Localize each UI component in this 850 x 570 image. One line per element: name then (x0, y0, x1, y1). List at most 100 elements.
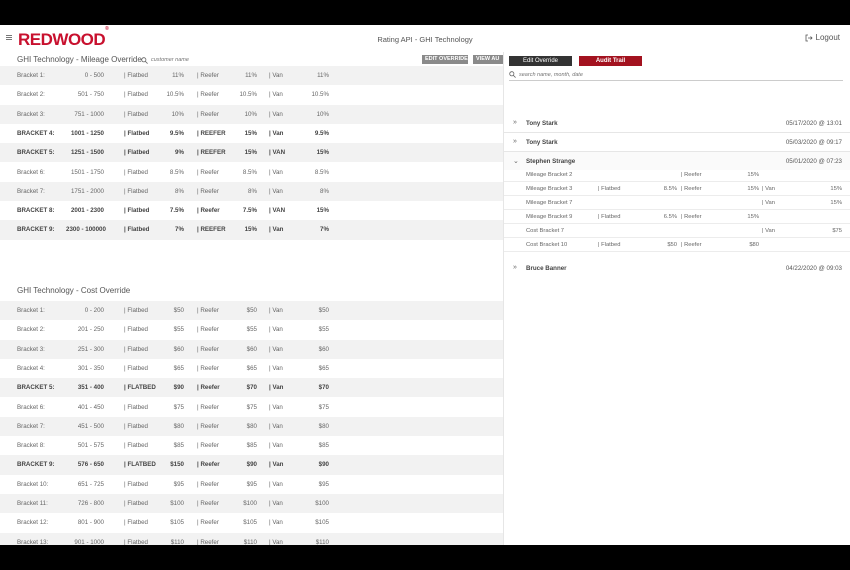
cost-row[interactable]: Bracket 2: 201 - 250 | Flatbed $55 | Reefer $… (0, 320, 503, 339)
van-label: | Van (762, 186, 776, 192)
flatbed-label: | Flatbed (124, 307, 148, 314)
van-value: $90 (318, 461, 329, 469)
audit-user: Stephen Strange (526, 158, 576, 165)
flatbed-label: | Flatbed (124, 345, 148, 353)
flatbed-label: | Flatbed (598, 186, 621, 192)
override-panel: GHI Technology - Mileage Override EDIT O… (0, 52, 503, 545)
bracket-range: 1001 - 1250 (70, 129, 104, 137)
bracket-name: BRACKET 4: (17, 129, 55, 137)
bracket-name: Bracket 7: (17, 422, 45, 430)
reefer-label: | Reefer (681, 186, 702, 192)
audit-search[interactable] (509, 69, 843, 81)
bracket-range: 501 - 750 (77, 91, 104, 99)
audit-timestamp: 04/22/2020 @ 09:03 (785, 265, 842, 272)
flatbed-value: 9.5% (169, 129, 184, 137)
flatbed-value: $90 (173, 384, 184, 392)
logout-button[interactable]: Logout (805, 33, 840, 42)
mileage-row[interactable]: BRACKET 4: 1001 - 1250 | Flatbed 9.5% | REEF… (0, 124, 503, 143)
audit-trail-tab[interactable]: Audit Trail (579, 56, 642, 66)
van-value: 7% (320, 226, 329, 234)
van-label: | Van (269, 129, 284, 137)
reefer-label: | REEFER (197, 129, 226, 137)
van-value: $95 (318, 480, 329, 488)
van-label: | Van (269, 72, 283, 79)
audit-entry[interactable]: » Bruce Banner 04/22/2020 @ 09:03 (504, 259, 850, 277)
van-value: 15% (830, 186, 842, 192)
view-audit-button[interactable]: VIEW AU (473, 55, 503, 64)
cost-row[interactable]: Bracket 10: 651 - 725 | Flatbed $95 | Reefer… (0, 475, 503, 494)
reefer-value: 15% (747, 186, 759, 192)
chevron-right-icon[interactable]: » (513, 264, 517, 271)
flatbed-value: $80 (173, 422, 184, 430)
reefer-value: 15% (244, 149, 257, 157)
cost-row[interactable]: BRACKET 5: 351 - 400 | FLATBED $90 | Reefer $… (0, 378, 503, 398)
mileage-row[interactable]: Bracket 2: 501 - 750 | Flatbed 10.5% | Reefe… (0, 85, 503, 104)
reefer-label: | Reefer (681, 172, 702, 178)
audit-user: Bruce Banner (526, 265, 567, 272)
flatbed-value: 8.5% (169, 168, 184, 176)
audit-search-input[interactable] (519, 71, 689, 78)
edit-override-button[interactable]: EDIT OVERRIDE (422, 55, 468, 64)
van-value: 10% (316, 110, 329, 118)
flatbed-value: 8% (175, 187, 184, 195)
flatbed-label: | Flatbed (124, 422, 148, 430)
cost-row[interactable]: Bracket 11: 726 - 800 | Flatbed $100 | Reefe… (0, 494, 503, 514)
audit-entry[interactable]: » Tony Stark 05/17/2020 @ 13:01 (504, 114, 850, 132)
reefer-label: | Reefer (197, 422, 219, 430)
edit-override-tab[interactable]: Edit Override (509, 56, 572, 66)
bracket-name: Bracket 10: (17, 480, 49, 488)
reefer-label: | REEFER (197, 226, 226, 234)
flatbed-value: $85 (173, 442, 184, 450)
cost-row[interactable]: Bracket 13: 901 - 1000 | Flatbed $110 | Reef… (0, 532, 503, 545)
audit-panel: Edit Override Audit Trail » Tony Stark 05/… (503, 52, 850, 545)
flatbed-label: | Flatbed (124, 442, 148, 450)
app-window: REDWOOD® Rating API - GHI Technology Log… (0, 25, 850, 545)
bracket-range: 0 - 500 (84, 72, 104, 79)
cost-row[interactable]: BRACKET 9: 576 - 650 | FLATBED $150 | Reefer… (0, 455, 503, 475)
mileage-row[interactable]: BRACKET 5: 1251 - 1500 | Flatbed 9% | REEFER… (0, 143, 503, 163)
flatbed-value: 8.5% (663, 186, 677, 192)
cost-row[interactable]: Bracket 12: 801 - 900 | Flatbed $105 | Reefe… (0, 513, 503, 532)
bracket-name: Bracket 3: (17, 345, 45, 353)
cost-row[interactable]: Bracket 8: 501 - 575 | Flatbed $85 | Reefer $… (0, 436, 503, 455)
van-value: $80 (318, 422, 329, 430)
cost-row[interactable]: Bracket 4: 301 - 350 | Flatbed $65 | Reefer $… (0, 359, 503, 378)
detail-bracket: Cost Bracket 10 (526, 242, 568, 248)
reefer-label: | Reefer (681, 242, 702, 248)
mileage-row[interactable]: Bracket 7: 1751 - 2000 | Flatbed 8% | Reefer… (0, 181, 503, 202)
audit-timestamp: 05/01/2020 @ 07:23 (785, 158, 842, 165)
mileage-row[interactable]: BRACKET 8: 2001 - 2300 | Flatbed 7.5% | Reef… (0, 201, 503, 220)
van-label: | VAN (269, 207, 286, 215)
van-value: 9.5% (314, 129, 329, 137)
audit-timestamp: 05/03/2020 @ 09:17 (785, 139, 842, 146)
logout-label: Logout (815, 33, 840, 42)
cost-row[interactable]: Bracket 3: 251 - 300 | Flatbed $60 | Reefer $… (0, 339, 503, 359)
reefer-value: $95 (246, 480, 257, 488)
customer-search-input[interactable] (151, 57, 321, 63)
mileage-row[interactable]: Bracket 6: 1501 - 1750 | Flatbed 8.5% | Reef… (0, 163, 503, 182)
flatbed-value: 9% (175, 149, 184, 157)
mileage-row[interactable]: Bracket 1: 0 - 500 | Flatbed 11% | Reefer 11%… (0, 66, 503, 86)
van-label: | Van (269, 168, 283, 176)
mileage-row[interactable]: Bracket 3: 751 - 1000 | Flatbed 10% | Reefer… (0, 104, 503, 124)
app-title: Rating API - GHI Technology (377, 35, 473, 44)
cost-row[interactable]: Bracket 6: 401 - 450 | Flatbed $75 | Reefer $… (0, 398, 503, 417)
van-value: 8% (320, 187, 329, 195)
bracket-range: 0 - 200 (84, 307, 104, 314)
chevron-down-icon[interactable]: ⌄ (513, 157, 519, 165)
reefer-value: 15% (747, 172, 759, 178)
bracket-name: Bracket 6: (17, 168, 45, 176)
audit-entry[interactable]: » Tony Stark 05/03/2020 @ 09:17 (504, 133, 850, 151)
reefer-value: $50 (246, 307, 257, 314)
chevron-right-icon[interactable]: » (513, 119, 517, 126)
cost-row[interactable]: Bracket 1: 0 - 200 | Flatbed $50 | Reefer $50… (0, 301, 503, 321)
flatbed-value: $60 (173, 345, 184, 353)
flatbed-label: | Flatbed (124, 110, 148, 118)
audit-detail-row: Mileage Bracket 7 | Van 15% (504, 196, 850, 210)
chevron-right-icon[interactable]: » (513, 138, 517, 145)
mileage-row[interactable]: BRACKET 9: 2300 - 100000 | Flatbed 7% | REEF… (0, 220, 503, 240)
cost-row[interactable]: Bracket 7: 451 - 500 | Flatbed $80 | Reefer $… (0, 416, 503, 437)
bracket-range: 901 - 1000 (74, 538, 104, 545)
reefer-value: $90 (246, 461, 257, 469)
bracket-range: 2300 - 100000 (66, 226, 106, 234)
